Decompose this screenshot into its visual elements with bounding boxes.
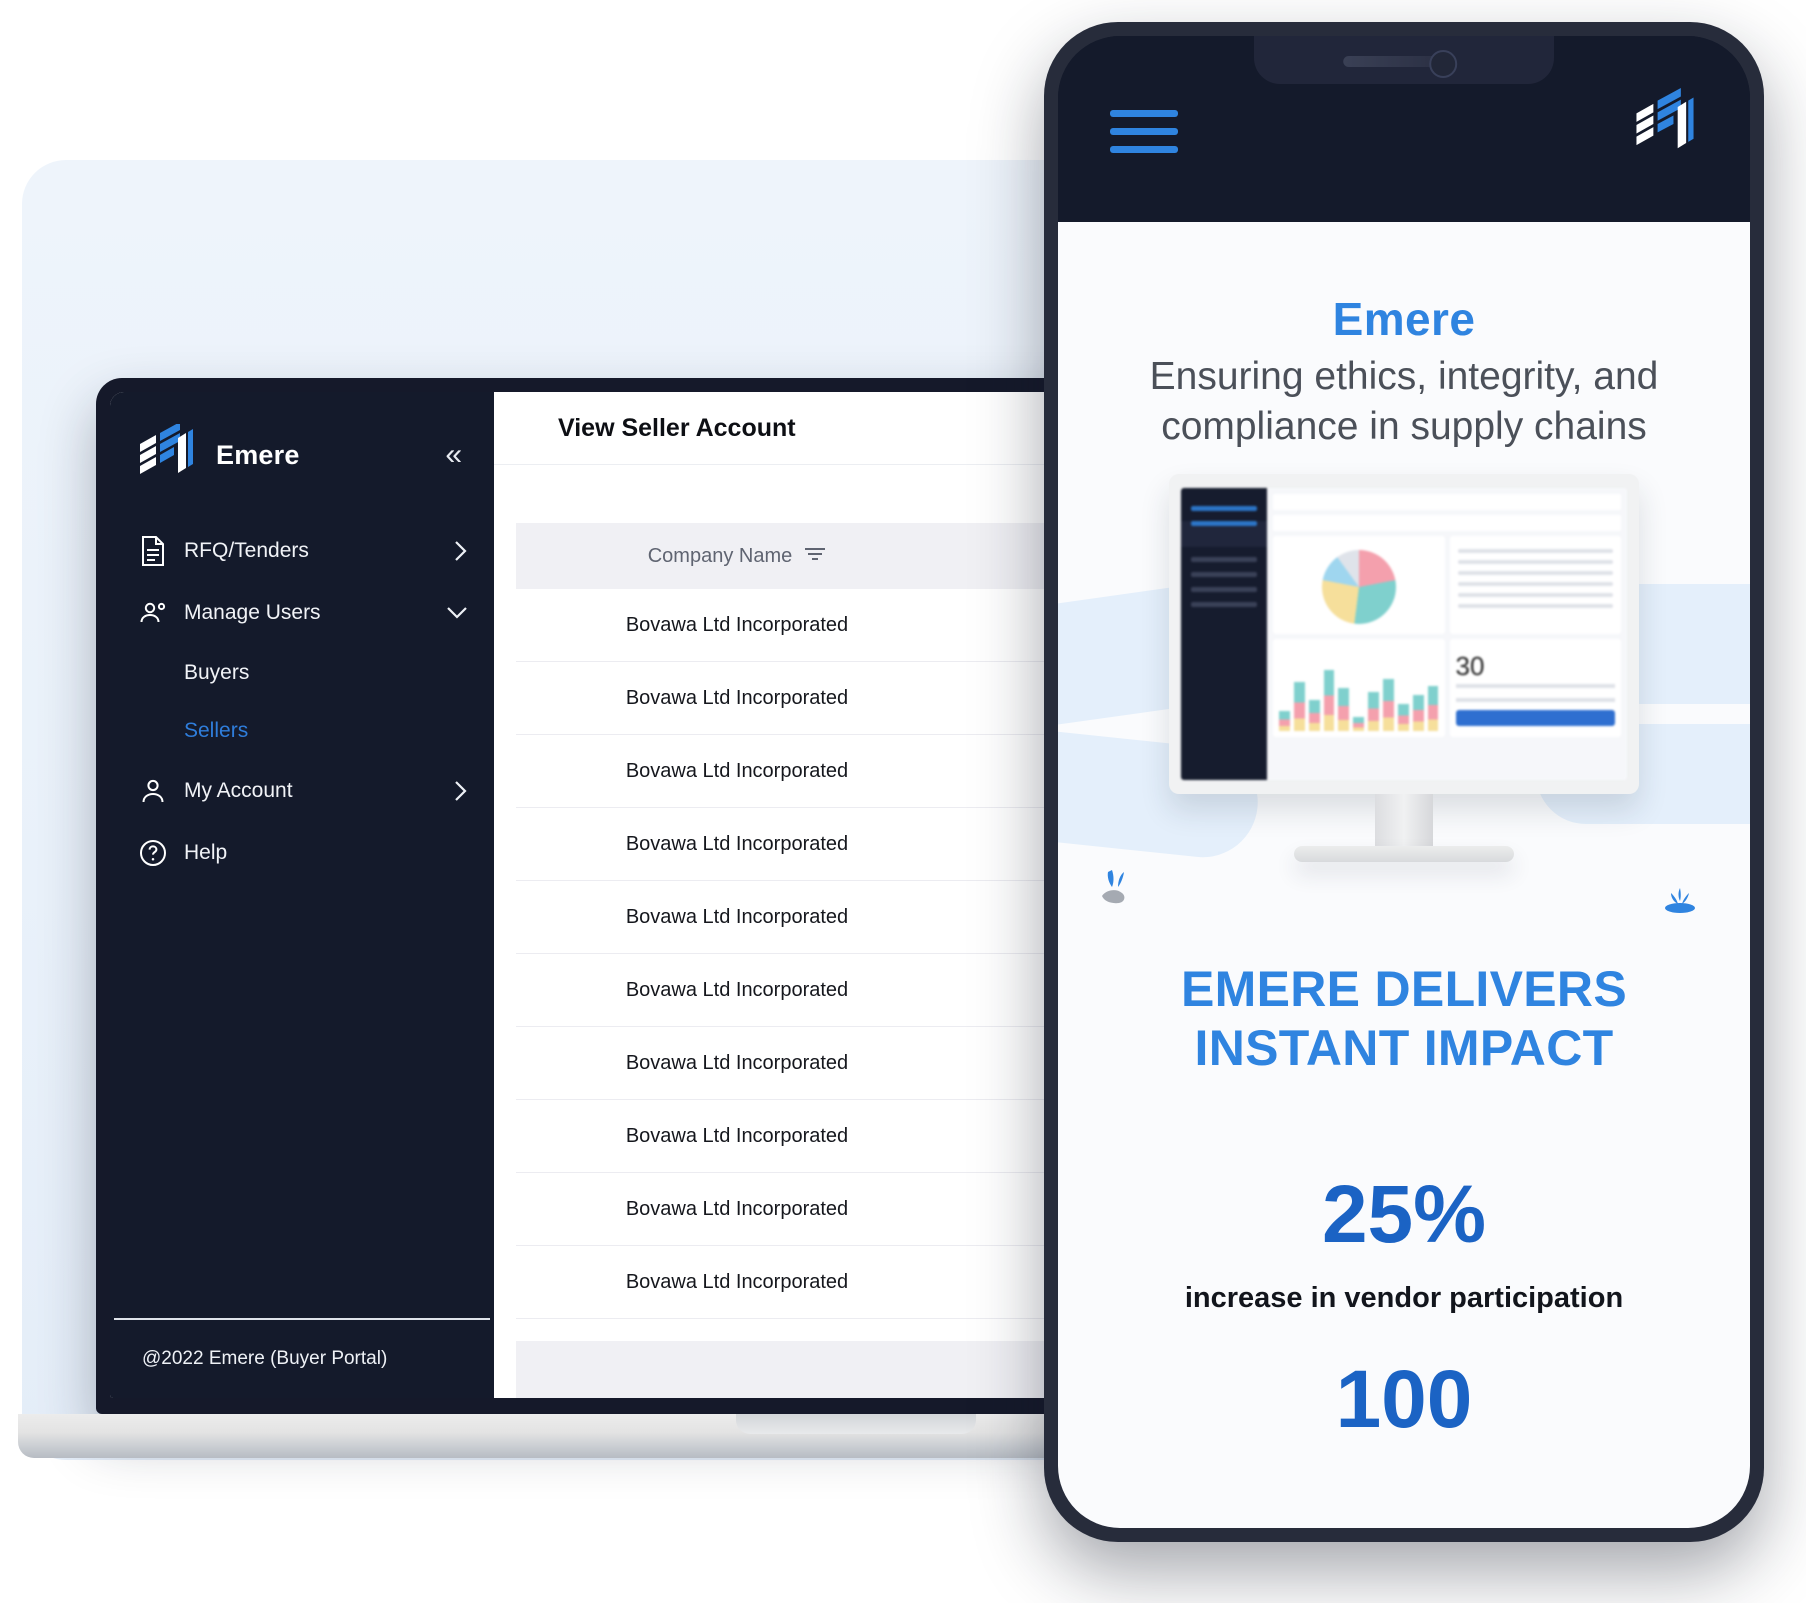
- monitor-illustration: 30: [1169, 473, 1639, 794]
- sidebar-item-sellers[interactable]: Sellers: [110, 702, 494, 760]
- app-sidebar: Emere « RFQ/Tenders Manage Users Buyers …: [110, 392, 494, 1398]
- emere-logo-icon: [1634, 88, 1696, 162]
- phone-headline: EMERE DELIVERS INSTANT IMPACT: [1058, 960, 1750, 1078]
- cell-company-name: Bovawa Ltd Incorporated: [516, 807, 958, 881]
- laptop-base-notch: [736, 1414, 976, 1434]
- cell-company-name: Bovawa Ltd Incorporated: [516, 880, 958, 954]
- cell-company-name: Bovawa Ltd Incorporated: [516, 1245, 958, 1319]
- question-circle-icon: [136, 839, 170, 867]
- cell-company-name: Bovawa Ltd Incorporated: [516, 953, 958, 1027]
- hamburger-menu-icon[interactable]: [1110, 110, 1178, 164]
- phone-mockup: Emere Ensuring ethics, integrity, and co…: [1044, 22, 1764, 1542]
- phone-notch: [1254, 36, 1554, 84]
- sidebar-item-help[interactable]: Help: [110, 822, 494, 884]
- column-header-label: Company Name: [647, 544, 793, 567]
- users-icon: [136, 601, 170, 625]
- laptop-screen-bezel: Emere « RFQ/Tenders Manage Users Buyers …: [96, 378, 1202, 1414]
- laptop-mockup: Emere « RFQ/Tenders Manage Users Buyers …: [18, 378, 1280, 1458]
- phone-page-content: Emere Ensuring ethics, integrity, and co…: [1058, 222, 1750, 1528]
- cell-company-name: Bovawa Ltd Incorporated: [516, 1099, 958, 1173]
- hero-illustration: 30: [1058, 473, 1750, 913]
- sidebar-item-buyers[interactable]: Buyers: [110, 644, 494, 702]
- sidebar-item-my-account[interactable]: My Account: [110, 760, 494, 822]
- sidebar-nav: RFQ/Tenders Manage Users Buyers Sellers …: [110, 520, 494, 894]
- sidebar-item-label: Manage Users: [184, 601, 321, 624]
- pie-chart: [1321, 549, 1396, 624]
- monitor-dashboard: 30: [1267, 487, 1627, 780]
- phone-brand-title: Emere: [1332, 293, 1476, 345]
- sidebar-item-label: RFQ/Tenders: [184, 539, 309, 562]
- sidebar-footer-copyright: @2022 Emere (Buyer Portal): [142, 1348, 388, 1369]
- phone-camera: [1429, 50, 1458, 78]
- column-header-company-name[interactable]: Company Name: [516, 523, 958, 589]
- sidebar-subitem-label: Buyers: [184, 661, 250, 684]
- phone-screen-frame: Emere Ensuring ethics, integrity, and co…: [1058, 36, 1750, 1528]
- sidebar-item-label: Help: [184, 841, 228, 864]
- sidebar-subitem-label: Sellers: [184, 719, 249, 742]
- cell-company-name: Bovawa Ltd Incorporated: [516, 589, 958, 662]
- sidebar-item-manage-users[interactable]: Manage Users: [110, 582, 494, 644]
- phone-speaker: [1343, 56, 1442, 67]
- sidebar-brand-label: Emere: [216, 439, 300, 470]
- monitor-stand-neck: [1375, 793, 1433, 848]
- chevron-down-icon: [446, 606, 468, 620]
- chevron-right-icon: [454, 780, 468, 802]
- chevron-right-icon: [454, 540, 468, 562]
- monitor-stand-base: [1294, 845, 1514, 862]
- filter-icon[interactable]: [804, 545, 826, 568]
- cell-company-name: Bovawa Ltd Incorporated: [516, 661, 958, 735]
- bar-chart: [1279, 653, 1439, 731]
- emere-logo-icon: [136, 422, 194, 486]
- phone-headline-line1: EMERE DELIVERS: [1181, 960, 1627, 1017]
- phone-top-bar: [1058, 36, 1750, 222]
- sidebar-brand: Emere «: [110, 392, 494, 520]
- sidebar-item-rfq-tenders[interactable]: RFQ/Tenders: [110, 520, 494, 582]
- monitor-screen: 30: [1181, 487, 1627, 780]
- cell-company-name: Bovawa Ltd Incorporated: [516, 1172, 958, 1246]
- phone-stat-value: 25%: [1321, 1168, 1487, 1260]
- document-icon: [136, 536, 170, 566]
- plant-rock-icon: [1096, 866, 1142, 917]
- phone-stat-value-secondary: 100: [1335, 1353, 1473, 1445]
- cell-company-name: Bovawa Ltd Incorporated: [516, 734, 958, 808]
- laptop-screen-content: Emere « RFQ/Tenders Manage Users Buyers …: [110, 392, 1190, 1398]
- plant-icon: [1658, 886, 1704, 925]
- sidebar-collapse-icon[interactable]: «: [445, 440, 468, 470]
- sidebar-item-label: My Account: [184, 779, 293, 802]
- person-icon: [136, 778, 170, 804]
- page-title: View Seller Account: [558, 413, 796, 442]
- monitor-sidebar: [1181, 487, 1267, 780]
- phone-stat-label: increase in vendor participation: [1184, 1281, 1624, 1314]
- phone-tagline: Ensuring ethics, integrity, and complian…: [1149, 355, 1659, 448]
- cell-company-name: Bovawa Ltd Incorporated: [516, 1026, 958, 1100]
- phone-headline-line2: INSTANT IMPACT: [1194, 1019, 1614, 1076]
